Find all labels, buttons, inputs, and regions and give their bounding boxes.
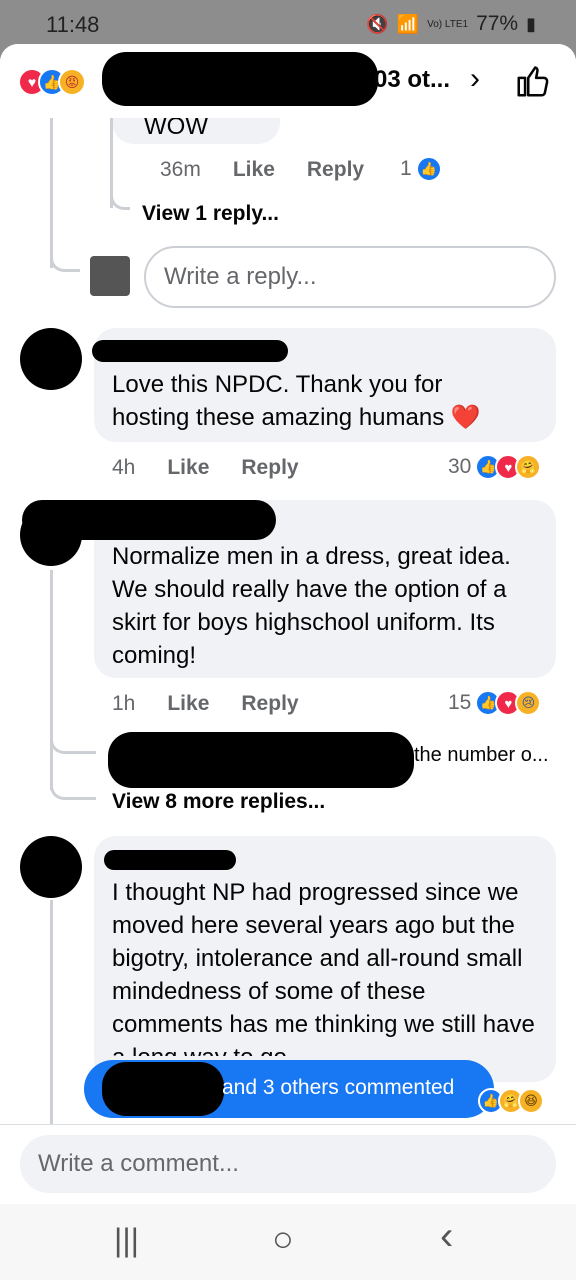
thread-connector: [50, 240, 80, 272]
like-button[interactable]: Like: [167, 456, 209, 480]
my-avatar: [90, 256, 130, 296]
system-nav-bar: ||| ○ ‹: [0, 1204, 576, 1280]
status-time: 11:48: [46, 12, 100, 37]
reaction-count-number: 1: [400, 157, 412, 180]
comment-text: Normalize men in a dress, great idea. We…: [112, 543, 511, 669]
reaction-count[interactable]: 👍 🤗 😆: [478, 1088, 544, 1114]
commenter-avatar: [20, 836, 82, 898]
battery-icon: ▮: [526, 13, 536, 34]
commenter-avatar: [20, 328, 82, 390]
haha-reaction-icon: 😆: [518, 1088, 544, 1114]
comments-header: ♥ 👍 😡 03 ot... ›: [0, 44, 576, 118]
redacted-name: [92, 340, 288, 362]
signal-label: Vo) LTE1: [427, 18, 469, 30]
status-bar: 11:48 🔇 📶 Vo) LTE1 77% ▮: [0, 0, 576, 48]
thread-line: [50, 570, 53, 790]
like-reaction-icon: 👍: [415, 156, 442, 182]
redacted-name: [102, 52, 378, 106]
comment-input[interactable]: Write a comment...: [20, 1135, 556, 1193]
toast-text: and 3 others commented: [222, 1076, 455, 1099]
sad-reaction-icon: 😢: [515, 690, 542, 716]
comment-text: Love this NPDC. Thank you for hosting th…: [112, 371, 481, 431]
reply-input[interactable]: Write a reply...: [144, 246, 556, 308]
reply-time: 36m: [160, 158, 201, 181]
reply-meta: 36m Like Reply: [160, 158, 364, 182]
comment-meta: 4h Like Reply: [112, 456, 299, 480]
redacted-name: [22, 500, 276, 540]
care-reaction-icon: 🤗: [515, 454, 542, 480]
thread-connector: [50, 760, 96, 800]
recents-button[interactable]: |||: [114, 1222, 139, 1259]
like-button[interactable]: Like: [167, 692, 209, 716]
chevron-right-icon[interactable]: ›: [470, 62, 480, 96]
status-icons: 🔇 📶 Vo) LTE1 77% ▮: [366, 12, 536, 36]
thread-connector: [110, 178, 130, 210]
thread-line: [50, 900, 53, 1130]
reply-preview[interactable]: the number o...: [414, 744, 549, 767]
comments-sheet: ♥ 👍 😡 03 ot... › wow 36m Like Reply 1 👍 …: [0, 44, 576, 1204]
back-button[interactable]: ‹: [440, 1214, 453, 1259]
header-title[interactable]: 03 ot...: [374, 66, 450, 94]
redacted-name: [102, 1062, 224, 1116]
reply-button[interactable]: Reply: [241, 692, 298, 716]
reaction-count[interactable]: 1 👍: [400, 156, 442, 182]
reaction-count-number: 30: [448, 455, 472, 478]
home-button[interactable]: ○: [272, 1218, 294, 1260]
reaction-count[interactable]: 30 👍 ♥ 🤗: [448, 454, 542, 480]
header-reactions[interactable]: ♥ 👍 😡: [18, 68, 86, 96]
thread-connector: [50, 730, 96, 754]
reaction-count[interactable]: 15 👍 ♥ 😢: [448, 690, 542, 716]
reply-button[interactable]: Reply: [241, 456, 298, 480]
reply-button[interactable]: Reply: [307, 158, 364, 182]
battery-level: 77%: [476, 12, 519, 35]
comment-time: 4h: [112, 456, 136, 479]
wifi-icon: 📶: [396, 13, 420, 34]
redacted-name: [104, 850, 236, 870]
thumbs-up-icon[interactable]: [514, 62, 552, 100]
view-replies-link[interactable]: View 1 reply...: [142, 202, 279, 226]
comment-time: 1h: [112, 692, 136, 715]
mute-icon: 🔇: [366, 13, 389, 34]
comment-meta: 1h Like Reply: [112, 692, 299, 716]
reaction-count-number: 15: [448, 691, 472, 714]
comment-text: I thought NP had progressed since we mov…: [112, 879, 535, 1056]
redacted-name: [108, 732, 414, 788]
composer-bar: Write a comment...: [0, 1124, 576, 1204]
new-comments-toast[interactable]: and 3 others commented: [84, 1060, 494, 1118]
view-more-replies-link[interactable]: View 8 more replies...: [112, 790, 325, 814]
angry-reaction-icon: 😡: [58, 68, 86, 96]
like-button[interactable]: Like: [233, 158, 275, 182]
